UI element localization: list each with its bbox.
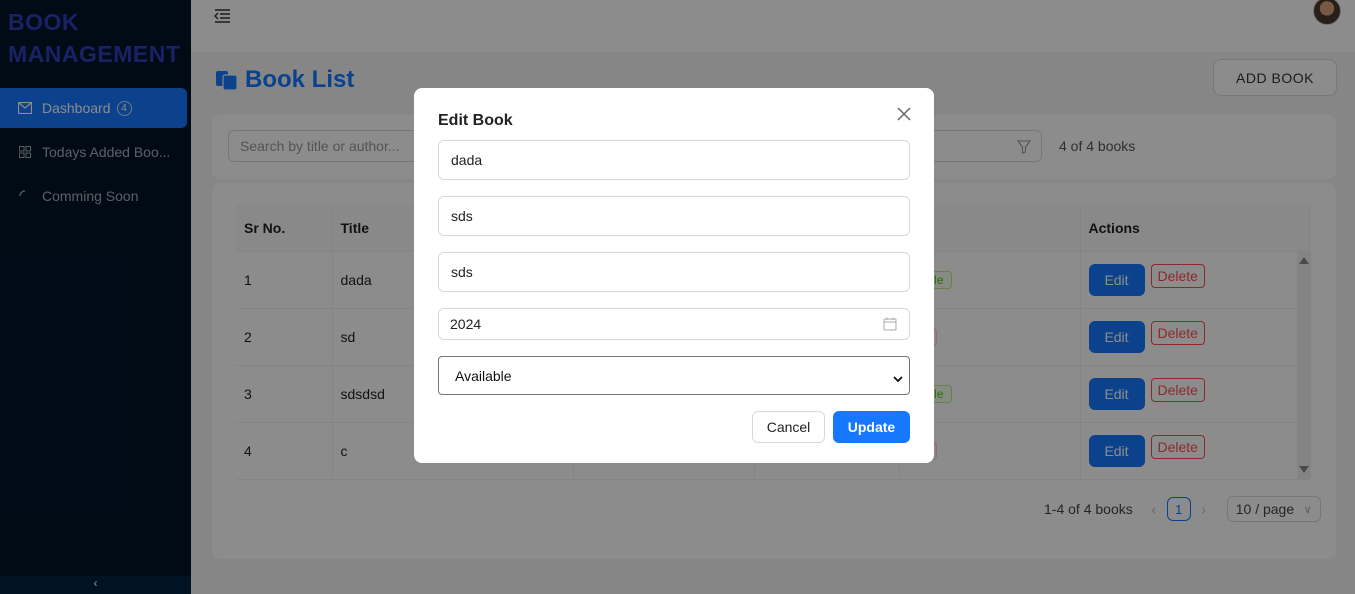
year-picker[interactable]: 2024 — [438, 308, 910, 340]
status-select[interactable]: Available — [438, 356, 910, 395]
close-icon[interactable] — [896, 106, 916, 126]
genre-field[interactable]: sds — [438, 252, 910, 292]
title-field[interactable]: dada — [438, 140, 910, 180]
chevron-down-icon — [893, 371, 903, 383]
author-field[interactable]: sds — [438, 196, 910, 236]
calendar-icon — [883, 317, 897, 331]
year-value: 2024 — [450, 316, 482, 332]
edit-book-modal: Edit Book dada sds sds 2024 Available Ca… — [414, 88, 934, 463]
update-button[interactable]: Update — [833, 411, 910, 443]
modal-title: Edit Book — [438, 112, 513, 129]
cancel-button[interactable]: Cancel — [752, 411, 825, 443]
status-select-value: Available — [455, 367, 512, 384]
